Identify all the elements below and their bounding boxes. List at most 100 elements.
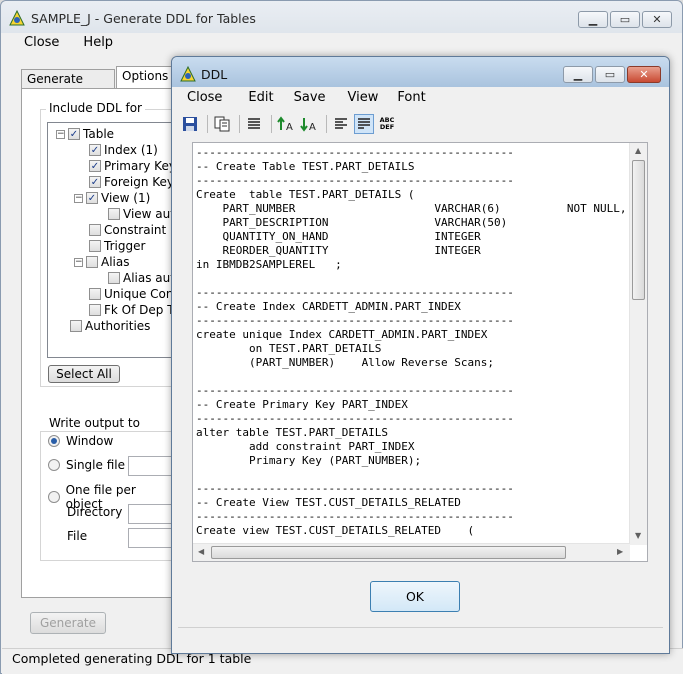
options-panel: Include DDL for − ✓ Table ✓ Index (1) ✓ Prim…	[21, 88, 180, 598]
menu-close[interactable]: Close	[16, 35, 67, 50]
ddl-text-area[interactable]: ----------------------------------------…	[192, 142, 648, 562]
scroll-left-icon[interactable]: ◀	[198, 547, 204, 556]
font-icon-def: DEF	[379, 123, 395, 131]
scroll-right-icon[interactable]: ▶	[617, 547, 623, 556]
collapse-icon[interactable]: −	[56, 129, 65, 139]
tree-label-constraint: Constraint	[104, 223, 167, 237]
collapse-icon[interactable]: −	[74, 257, 83, 267]
tree-item-index[interactable]: ✓ Index (1)	[89, 142, 158, 158]
checkbox-foreign-key[interactable]: ✓	[89, 176, 101, 188]
checkbox-alias[interactable]	[86, 256, 98, 268]
checkbox-trigger[interactable]	[89, 240, 101, 252]
ddl-window: DDL ▁ ▭ ✕ Close Edit Save View Font A A	[171, 56, 670, 654]
ok-button[interactable]: OK	[370, 581, 460, 612]
menu-help[interactable]: Help	[75, 35, 121, 50]
tree-item-primary-key[interactable]: ✓Primary Key (1	[89, 158, 176, 174]
sort-ascending-icon[interactable]: A	[276, 114, 296, 134]
tree-item-alias-authorities[interactable]: Alias autho	[108, 270, 176, 286]
app-logo-icon	[9, 10, 25, 26]
select-all-button[interactable]: Select All	[48, 365, 120, 383]
generate-button[interactable]: Generate	[30, 612, 106, 634]
tree-item-fk-of-dep-tables[interactable]: Fk Of Dep Tab	[89, 302, 176, 318]
list-icon[interactable]	[244, 114, 264, 134]
horizontal-scroll-thumb[interactable]	[211, 546, 566, 559]
checkbox-index[interactable]: ✓	[89, 144, 101, 156]
ddl-minimize-button[interactable]: ▁	[563, 66, 593, 83]
ddl-menu-bar: Close Edit Save View Font	[187, 90, 426, 105]
vertical-scrollbar[interactable]: ▲ ▼	[629, 143, 647, 545]
tree-item-foreign-key[interactable]: ✓ Foreign Key	[89, 174, 174, 190]
radio-window[interactable]: Window	[48, 434, 113, 448]
main-menu-bar: Close Help	[16, 35, 121, 50]
radio-single-file-label: Single file	[66, 458, 125, 472]
close-icon: ✕	[639, 68, 649, 81]
ddl-object-tree[interactable]: −✓Table ✓Index (1) ✓Primary Key (1 ✓Fore…	[47, 122, 177, 358]
ddl-maximize-button[interactable]: ▭	[595, 66, 625, 83]
ddl-menu-save[interactable]: Save	[294, 90, 326, 105]
save-icon[interactable]	[180, 114, 200, 134]
tree-label-view: View (1)	[101, 191, 151, 205]
checkbox-view-authorities[interactable]	[108, 208, 120, 220]
sort-descending-icon[interactable]: A	[299, 114, 319, 134]
include-ddl-label: Include DDL for	[46, 101, 145, 115]
tree-label-fk-of-dep-tables: Fk Of Dep Tab	[104, 303, 176, 317]
tree-label-index: Index (1)	[104, 143, 158, 157]
main-window-title: SAMPLE_J - Generate DDL for Tables	[31, 11, 256, 26]
wrap-icon[interactable]	[354, 114, 374, 134]
maximize-button[interactable]: ▭	[610, 11, 640, 28]
ddl-menu-edit[interactable]: Edit	[248, 90, 273, 105]
tree-label-alias: Alias	[101, 255, 130, 269]
tree-item-unique-constraint[interactable]: Unique Constr	[89, 286, 176, 302]
checkbox-alias-authorities[interactable]	[108, 272, 120, 284]
ddl-title-bar[interactable]: DDL ▁ ▭ ✕	[172, 57, 669, 87]
horizontal-scrollbar[interactable]: ◀ ▶	[193, 543, 630, 561]
vertical-scroll-thumb[interactable]	[632, 160, 645, 300]
tree-item-constraint[interactable]: Constraint	[89, 222, 166, 238]
svg-text:A: A	[286, 122, 293, 132]
tree-label-trigger: Trigger	[104, 239, 146, 253]
collapse-icon[interactable]: −	[74, 193, 83, 203]
close-icon: ✕	[652, 13, 662, 26]
checkbox-authorities[interactable]	[70, 320, 82, 332]
tree-item-view-authorities[interactable]: View autho	[108, 206, 176, 222]
tree-label-authorities: Authorities	[85, 319, 151, 333]
tree-item-authorities[interactable]: Authorities	[70, 318, 150, 334]
tree-item-trigger[interactable]: Trigger	[89, 238, 145, 254]
checkbox-table[interactable]: ✓	[68, 128, 80, 140]
radio-one-file-per-object-dot[interactable]	[48, 491, 60, 503]
checkbox-view[interactable]: ✓	[86, 192, 98, 204]
radio-window-label: Window	[66, 434, 114, 448]
checkbox-constraint[interactable]	[89, 224, 101, 236]
ddl-menu-view[interactable]: View	[348, 90, 379, 105]
tree-item-view[interactable]: − ✓ View (1)	[74, 190, 150, 206]
font-abc-def-icon[interactable]: ABC DEF	[377, 114, 397, 134]
main-title-bar[interactable]: SAMPLE_J - Generate DDL for Tables ▁ ▭ ✕	[1, 1, 682, 33]
radio-single-file[interactable]: Single file	[48, 458, 125, 472]
ddl-menu-close[interactable]: Close	[187, 90, 222, 105]
file-label: File	[67, 529, 88, 543]
checkbox-unique-constraint[interactable]	[89, 288, 101, 300]
tree-label-foreign-key: Foreign Key	[104, 175, 174, 189]
tree-item-alias[interactable]: − Alias	[74, 254, 129, 270]
radio-window-dot[interactable]	[48, 435, 60, 447]
scroll-down-icon[interactable]: ▼	[635, 531, 641, 540]
tab-options[interactable]: Options	[116, 66, 172, 89]
minimize-button[interactable]: ▁	[578, 11, 608, 28]
radio-single-file-dot[interactable]	[48, 459, 60, 471]
tab-generate-ddl-for[interactable]: Generate DDL for	[21, 69, 115, 104]
checkbox-fk-of-dep-tables[interactable]	[89, 304, 101, 316]
tree-label-primary-key: Primary Key (1	[104, 159, 176, 173]
ddl-close-window-button[interactable]: ✕	[627, 66, 661, 83]
ddl-app-logo-icon	[180, 66, 196, 82]
ddl-menu-font[interactable]: Font	[397, 90, 425, 105]
tree-label-table: Table	[83, 127, 115, 141]
ddl-toolbar: A A ABC DEF	[180, 114, 400, 134]
scroll-up-icon[interactable]: ▲	[635, 146, 641, 155]
tree-item-table[interactable]: − ✓ Table	[56, 126, 114, 142]
ddl-code[interactable]: ----------------------------------------…	[196, 146, 628, 546]
directory-label: Directory	[67, 505, 123, 519]
copy-icon[interactable]	[212, 114, 232, 134]
close-window-button[interactable]: ✕	[642, 11, 672, 28]
checkbox-primary-key[interactable]: ✓	[89, 160, 101, 172]
align-icon[interactable]	[331, 114, 351, 134]
